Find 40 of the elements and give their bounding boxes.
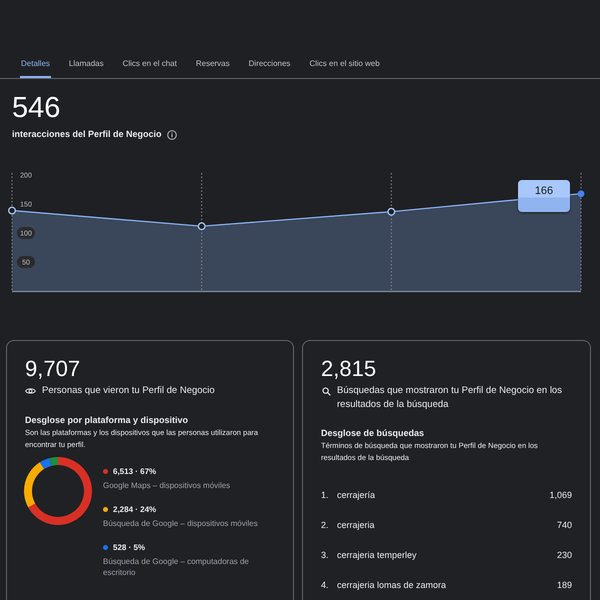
legend-label: Google Maps – dispositivos móviles [103,480,230,491]
legend-label: Búsqueda de Google – dispositivos móviles [103,518,258,529]
legend-value: 2,284 · 24% [113,504,156,515]
eye-icon [25,387,36,395]
legend-value: 6,513 · 67% [113,466,156,477]
tab[interactable]: Reservas [194,50,231,78]
search-term: cerrajeria [337,520,375,531]
data-point[interactable] [8,206,16,214]
search-count: 189 [556,580,572,591]
views-total: 9,707 [25,357,80,381]
tab[interactable]: Llamadas [68,50,105,78]
tab[interactable]: Clics en el sitio web [308,50,381,78]
search-count: 1,069 [549,490,572,501]
search-count: 740 [556,520,572,531]
views-caption: Personas que vieron tu Perfil de Negocio [42,384,215,398]
interactions-caption: interacciones del Perfil de Negocio [12,128,162,141]
search-term: cerrajería [337,490,376,501]
section-title: Desglose de búsquedas [321,427,424,440]
value-tooltip: 166 [518,180,570,212]
tab[interactable]: Detalles [20,50,51,78]
section-title: Desglose por plataforma y dispositivo [25,414,188,427]
info-icon[interactable] [166,130,177,140]
legend-value: 528 · 5% [113,542,146,553]
rank-number: 2. [321,520,330,531]
tab[interactable]: Direcciones [248,50,292,78]
interactions-total: 546 [12,92,60,124]
rank-number: 4. [321,580,330,591]
data-point[interactable] [198,222,206,230]
data-point-highlighted[interactable] [578,190,584,198]
search-term: cerrajeria temperley [337,550,417,561]
search-count: 230 [556,550,572,561]
tab[interactable]: Clics en el chat [122,50,178,78]
searches-total: 2,815 [321,357,376,381]
rank-number: 1. [321,490,330,501]
legend-label: Búsqueda de Google – computadoras de escritorio [103,556,250,578]
rank-number: 3. [321,550,330,561]
search-icon [322,387,331,396]
searches-caption: Búsquedas que mostraron tu Perfil de Negocio en los resultados de la búsqueda [337,384,563,412]
data-point[interactable] [387,208,396,216]
search-term: cerrajeria lomas de zamora [337,580,446,591]
